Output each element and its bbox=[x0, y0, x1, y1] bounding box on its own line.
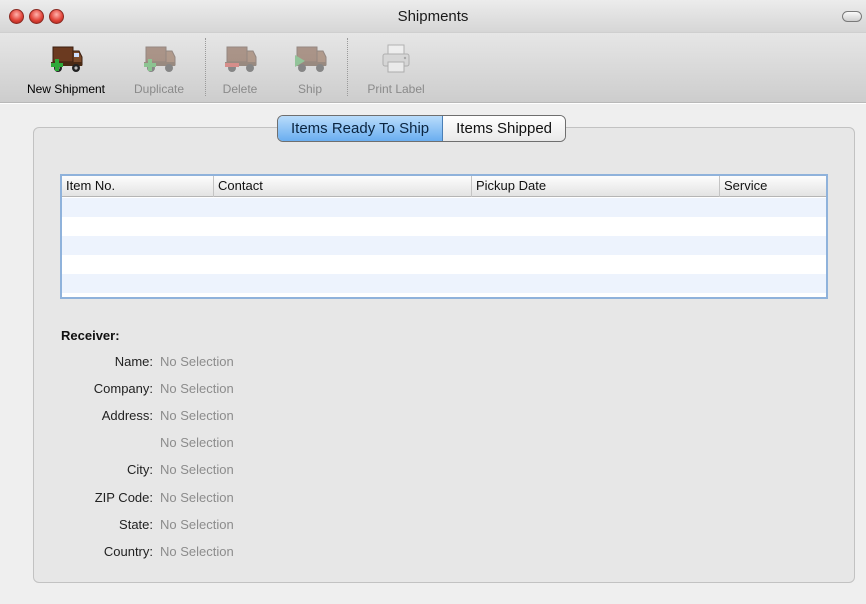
address-line2-value: No Selection bbox=[160, 435, 234, 450]
shipments-table[interactable]: Item No. Contact Pickup Date Service bbox=[60, 174, 828, 299]
ship-label: Ship bbox=[297, 82, 323, 96]
duplicate-button[interactable]: Duplicate bbox=[124, 39, 194, 99]
country-value: No Selection bbox=[160, 544, 234, 559]
receiver-heading: Receiver: bbox=[61, 328, 120, 343]
new-shipment-button[interactable]: New Shipment bbox=[14, 39, 118, 99]
tab-control: Items Ready To Ship Items Shipped bbox=[277, 115, 567, 142]
table-row[interactable] bbox=[62, 274, 826, 293]
ship-button[interactable]: Ship bbox=[279, 39, 341, 99]
duplicate-label: Duplicate bbox=[133, 82, 185, 96]
table-header: Item No. Contact Pickup Date Service bbox=[62, 176, 826, 197]
name-label: Name: bbox=[114, 354, 153, 369]
country-label: Country: bbox=[103, 544, 153, 559]
shipments-window: Shipments New Shipment Duplicate Delete … bbox=[0, 0, 866, 604]
address-value: No Selection bbox=[160, 408, 234, 423]
toolbar-separator bbox=[205, 38, 206, 96]
window-title: Shipments bbox=[397, 8, 469, 25]
toolbar-separator bbox=[347, 38, 348, 96]
delete-label: Delete bbox=[222, 82, 258, 96]
table-row[interactable] bbox=[62, 255, 826, 274]
toolbar: New Shipment Duplicate Delete Ship Print… bbox=[0, 33, 866, 103]
state-value: No Selection bbox=[160, 517, 234, 532]
company-label: Company: bbox=[93, 381, 153, 396]
state-label: State: bbox=[119, 517, 153, 532]
column-header-service[interactable]: Service bbox=[720, 176, 826, 197]
truck-delete-icon bbox=[225, 46, 257, 72]
name-value: No Selection bbox=[160, 354, 234, 369]
content-area: Items Ready To Ship Items Shipped Item N… bbox=[0, 104, 866, 604]
city-label: City: bbox=[127, 462, 153, 477]
tab-items-shipped[interactable]: Items Shipped bbox=[443, 116, 566, 141]
company-value: No Selection bbox=[160, 381, 234, 396]
new-shipment-label: New Shipment bbox=[26, 82, 106, 96]
address-label: Address: bbox=[101, 408, 153, 423]
print-label-label: Print Label bbox=[367, 82, 425, 96]
printer-icon bbox=[382, 44, 410, 73]
column-header-contact[interactable]: Contact bbox=[214, 176, 472, 197]
table-row[interactable] bbox=[62, 236, 826, 255]
truck-duplicate-icon bbox=[144, 46, 176, 72]
zip-code-label: ZIP Code: bbox=[94, 490, 153, 505]
truck-ship-icon bbox=[295, 46, 327, 72]
column-header-item-no[interactable]: Item No. bbox=[62, 176, 214, 197]
delete-button[interactable]: Delete bbox=[208, 39, 272, 99]
print-label-button[interactable]: Print Label bbox=[352, 39, 440, 99]
table-row[interactable] bbox=[62, 217, 826, 236]
title-bar[interactable]: Shipments bbox=[0, 0, 866, 33]
truck-add-icon bbox=[51, 46, 83, 72]
table-row[interactable] bbox=[62, 198, 826, 217]
tab-items-ready-to-ship[interactable]: Items Ready To Ship bbox=[278, 116, 444, 141]
toolbar-toggle-button[interactable] bbox=[842, 11, 862, 22]
zip-code-value: No Selection bbox=[160, 490, 234, 505]
city-value: No Selection bbox=[160, 462, 234, 477]
column-header-pickup-date[interactable]: Pickup Date bbox=[472, 176, 720, 197]
